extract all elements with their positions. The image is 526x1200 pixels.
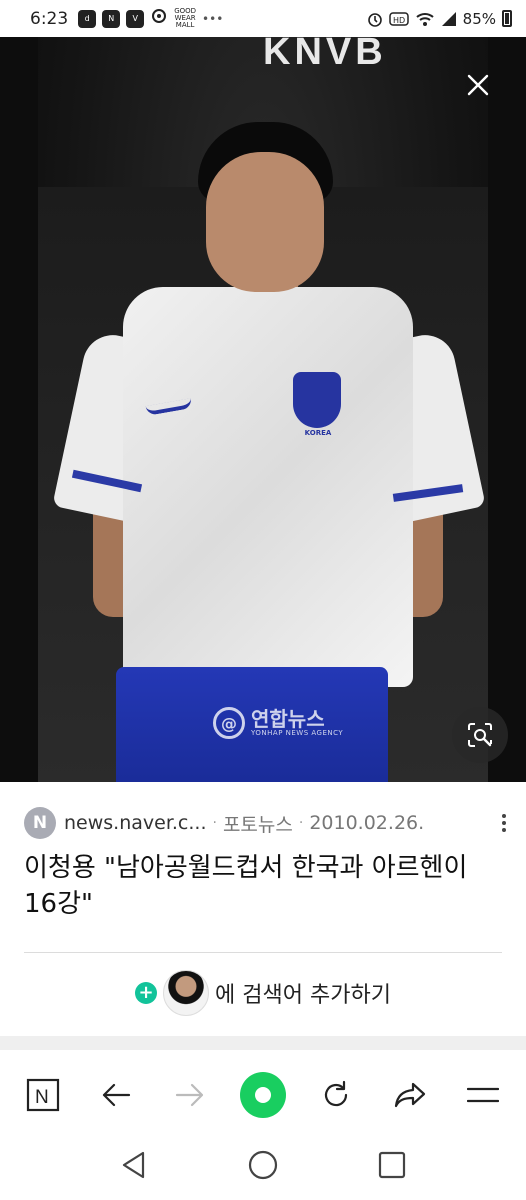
hd-icon: HD <box>388 11 409 26</box>
naver-home-button[interactable]: N <box>17 1069 69 1121</box>
close-button[interactable] <box>458 65 498 105</box>
nav-recents-button[interactable] <box>377 1150 407 1184</box>
refresh-button[interactable] <box>310 1069 362 1121</box>
source-date: 2010.02.26. <box>309 812 425 834</box>
status-right: HD 85% <box>367 10 512 28</box>
naver-home-icon: N <box>26 1078 59 1112</box>
nav-back-button[interactable] <box>119 1150 149 1184</box>
source-logo-icon: N <box>24 807 56 839</box>
photo-watermark: @ 연합뉴스 YONHAP NEWS AGENCY <box>213 707 343 739</box>
system-nav-bar <box>0 1134 526 1200</box>
status-time: 6:23 <box>30 8 69 29</box>
arrow-left-icon <box>103 1083 131 1107</box>
dsmart-icon: d <box>78 9 97 28</box>
menu-button[interactable] <box>457 1069 509 1121</box>
refresh-icon <box>325 1080 348 1107</box>
more-notifications-icon: ••• <box>202 11 224 26</box>
forward-button[interactable] <box>164 1069 216 1121</box>
battery-icon <box>502 10 512 27</box>
hamburger-menu-icon <box>467 1087 500 1103</box>
divider <box>24 952 502 953</box>
svg-text:N: N <box>35 1087 49 1108</box>
image-search-button[interactable] <box>452 707 508 763</box>
battery-percent: 85% <box>462 9 496 28</box>
alarm-notif-icon <box>150 8 168 29</box>
photo-viewer[interactable]: KNVB KOREA @ 연합뉴스 YONHAP NEWS AGENCY <box>0 37 526 782</box>
watermark-logo-icon: @ <box>213 707 245 739</box>
photo-jersey <box>123 287 413 687</box>
circle-home-icon <box>248 1150 278 1180</box>
share-icon <box>394 1082 425 1108</box>
separator-dot: · <box>212 815 217 831</box>
tving-icon: V <box>126 9 145 28</box>
svg-text:HD: HD <box>393 16 405 25</box>
section-separator <box>0 1036 526 1050</box>
add-search-label: 에 검색어 추가하기 <box>215 983 391 1008</box>
share-button[interactable] <box>384 1069 436 1121</box>
back-button[interactable] <box>90 1069 142 1121</box>
add-search-term-button[interactable]: + 에 검색어 추가하기 <box>0 968 526 1018</box>
source-row[interactable]: N news.naver.c... · 포토뉴스 · 2010.02.26. <box>24 806 514 840</box>
netflix-icon: N <box>102 9 121 28</box>
image-search-icon <box>468 723 492 747</box>
more-dot-icon <box>502 828 506 832</box>
photo-head <box>206 152 324 292</box>
watermark-kr: 연합뉴스 <box>251 707 325 731</box>
more-dot-icon <box>502 814 506 818</box>
more-dot-icon <box>502 821 506 825</box>
news-photo[interactable]: KNVB KOREA @ 연합뉴스 YONHAP NEWS AGENCY <box>38 37 488 782</box>
wifi-icon <box>415 12 434 26</box>
square-recents-icon <box>378 1151 406 1179</box>
green-dot-icon <box>239 1072 286 1118</box>
more-options-button[interactable] <box>494 814 514 832</box>
alarm-icon <box>367 12 382 27</box>
nav-home-button[interactable] <box>247 1149 279 1185</box>
watermark-en: YONHAP NEWS AGENCY <box>251 729 344 737</box>
good-wear-mall-icon: GOOD WEAR MALL <box>174 7 197 29</box>
triangle-back-icon <box>122 1151 145 1179</box>
photo-crest-text: KOREA <box>304 429 332 437</box>
article-headline[interactable]: 이청용 "남아공월드컵서 한국과 아르헨이 16강" <box>24 850 504 922</box>
photo-crest <box>293 372 341 428</box>
source-category: 포토뉴스 <box>222 813 293 836</box>
green-dot-button[interactable] <box>237 1069 289 1121</box>
signal-icon <box>441 11 456 26</box>
arrow-right-icon <box>175 1083 203 1107</box>
person-avatar <box>163 970 210 1016</box>
source-domain[interactable]: news.naver.c... <box>64 812 207 834</box>
close-icon <box>467 74 489 96</box>
photo-backdrop-text: KNVB <box>263 37 387 73</box>
separator-dot: · <box>298 815 304 831</box>
browser-toolbar: N <box>0 1060 526 1130</box>
status-bar: 6:23 d N V GOOD WEAR MALL ••• HD 85% <box>0 0 526 37</box>
add-plus-icon: + <box>135 982 158 1004</box>
